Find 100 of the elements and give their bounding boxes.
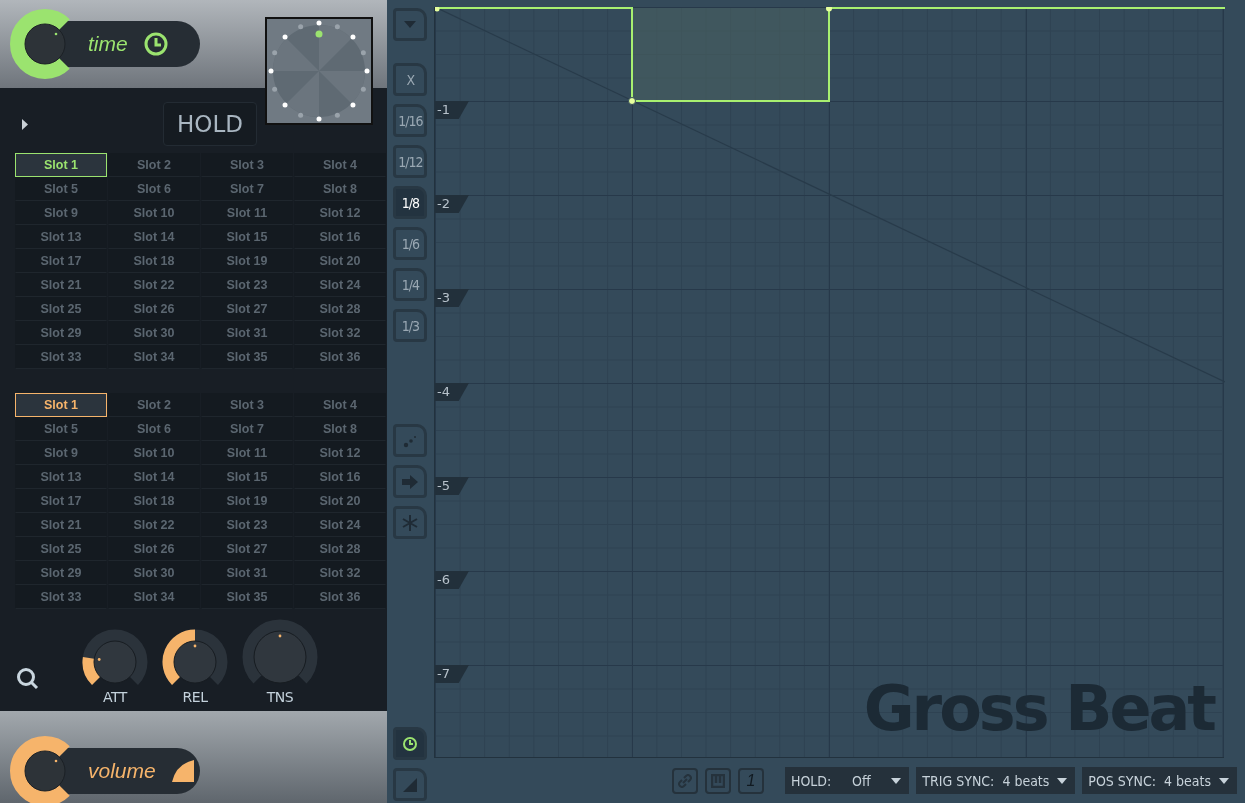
slot-button[interactable]: Slot 29: [15, 561, 107, 585]
knob-icon[interactable]: [10, 8, 80, 80]
slot-button[interactable]: Slot 36: [294, 585, 386, 609]
tool-button[interactable]: [393, 727, 428, 760]
slot-button[interactable]: Slot 18: [108, 249, 200, 273]
slot-button[interactable]: Slot 22: [108, 513, 200, 537]
slot-button[interactable]: Slot 30: [108, 321, 200, 345]
slot-button[interactable]: Slot 2: [108, 153, 200, 177]
zoom-icon[interactable]: [16, 667, 40, 691]
link-toggle[interactable]: [671, 767, 698, 794]
slot-button[interactable]: Slot 36: [294, 345, 386, 369]
slot-button[interactable]: Slot 29: [15, 321, 107, 345]
slot-button[interactable]: Slot 21: [15, 513, 107, 537]
slot-button[interactable]: Slot 30: [108, 561, 200, 585]
slot-button[interactable]: Slot 24: [294, 513, 386, 537]
knob-cap[interactable]: [93, 640, 137, 684]
slot-button[interactable]: Slot 9: [15, 201, 107, 225]
slot-button[interactable]: Slot 17: [15, 489, 107, 513]
slot-button[interactable]: Slot 23: [201, 513, 293, 537]
knob-track[interactable]: [242, 619, 318, 684]
slot-button[interactable]: Slot 8: [294, 417, 386, 441]
hold-button[interactable]: HOLD: [163, 102, 257, 146]
sync-dropdown[interactable]: HOLD: Off: [784, 767, 910, 794]
slot-button[interactable]: Slot 14: [108, 465, 200, 489]
slot-button[interactable]: Slot 11: [201, 441, 293, 465]
slot-button[interactable]: Slot 7: [201, 177, 293, 201]
slot-button[interactable]: Slot 20: [294, 489, 386, 513]
slot-button[interactable]: Slot 15: [201, 465, 293, 489]
knob-cap[interactable]: [173, 640, 217, 684]
keyboard-toggle[interactable]: [704, 767, 731, 794]
slot-button[interactable]: Slot 31: [201, 321, 293, 345]
slot-button[interactable]: Slot 19: [201, 489, 293, 513]
slot-button[interactable]: Slot 28: [294, 297, 386, 321]
snap-button[interactable]: 1/16: [393, 104, 428, 137]
slot-button[interactable]: Slot 27: [201, 537, 293, 561]
slot-button[interactable]: Slot 35: [201, 585, 293, 609]
slot-button[interactable]: Slot 22: [108, 273, 200, 297]
slot-button[interactable]: Slot 4: [294, 153, 386, 177]
snap-button[interactable]: 1/3: [393, 309, 428, 342]
slot-button[interactable]: Slot 6: [108, 417, 200, 441]
slot-button[interactable]: Slot 14: [108, 225, 200, 249]
snap-button[interactable]: 1/6: [393, 227, 428, 260]
slot-button[interactable]: Slot 13: [15, 465, 107, 489]
slot-button[interactable]: Slot 4: [294, 393, 386, 417]
slot-button[interactable]: Slot 31: [201, 561, 293, 585]
slot-button[interactable]: Slot 25: [15, 537, 107, 561]
slot-button[interactable]: Slot 12: [294, 441, 386, 465]
curve-shape-icon: [171, 760, 194, 782]
snap-button[interactable]: 1/12: [393, 145, 428, 178]
knob-icon[interactable]: [10, 735, 80, 803]
slot-button[interactable]: Slot 13: [15, 225, 107, 249]
slot-button[interactable]: Slot 21: [15, 273, 107, 297]
slot-button[interactable]: Slot 16: [294, 465, 386, 489]
slot-button[interactable]: Slot 1: [15, 393, 107, 417]
slot-button[interactable]: Slot 10: [108, 441, 200, 465]
slot-button[interactable]: Slot 10: [108, 201, 200, 225]
sync-dropdown[interactable]: POS SYNC: 4 beats: [1082, 767, 1237, 794]
slot-button[interactable]: Slot 27: [201, 297, 293, 321]
slot-button[interactable]: Slot 35: [201, 345, 293, 369]
snap-button[interactable]: 1/4: [393, 268, 428, 301]
slot-button[interactable]: Slot 6: [108, 177, 200, 201]
slot-button[interactable]: Slot 3: [201, 393, 293, 417]
slot-button[interactable]: Slot 18: [108, 489, 200, 513]
caret-icon: [1057, 777, 1068, 784]
slot-button[interactable]: Slot 19: [201, 249, 293, 273]
slot-button[interactable]: Slot 24: [294, 273, 386, 297]
slot-button[interactable]: Slot 1: [15, 153, 107, 177]
slot-button[interactable]: Slot 33: [15, 345, 107, 369]
slot-button[interactable]: Slot 26: [108, 537, 200, 561]
slot-button[interactable]: Slot 7: [201, 417, 293, 441]
snap-button[interactable]: 1/8: [393, 186, 428, 219]
slot-button[interactable]: Slot 25: [15, 297, 107, 321]
slot-button[interactable]: Slot 12: [294, 201, 386, 225]
slot-button[interactable]: Slot 5: [15, 417, 107, 441]
slot-button[interactable]: Slot 20: [294, 249, 386, 273]
slot-button[interactable]: Slot 34: [108, 345, 200, 369]
slot-button[interactable]: Slot 2: [108, 393, 200, 417]
slot-button[interactable]: Slot 26: [108, 297, 200, 321]
level-label: -1: [434, 101, 469, 119]
slot-button[interactable]: Slot 17: [15, 249, 107, 273]
number-toggle[interactable]: 1: [737, 767, 764, 794]
time-control[interactable]: time: [80, 21, 200, 67]
slot-button[interactable]: Slot 32: [294, 321, 386, 345]
slot-button[interactable]: Slot 11: [201, 201, 293, 225]
slot-button[interactable]: Slot 8: [294, 177, 386, 201]
slot-button[interactable]: Slot 15: [201, 225, 293, 249]
clock-dial-drawing[interactable]: [264, 17, 373, 125]
sync-dropdown[interactable]: TRIG SYNC: 4 beats: [916, 767, 1076, 794]
slot-button[interactable]: Slot 5: [15, 177, 107, 201]
slot-button[interactable]: Slot 28: [294, 537, 386, 561]
slot-button[interactable]: Slot 9: [15, 441, 107, 465]
expand-arrow-icon[interactable]: [22, 118, 28, 130]
volume-control[interactable]: volume: [80, 748, 200, 794]
slot-button[interactable]: Slot 32: [294, 561, 386, 585]
slot-button[interactable]: Slot 16: [294, 225, 386, 249]
snap-button[interactable]: X: [393, 63, 428, 96]
slot-button[interactable]: Slot 23: [201, 273, 293, 297]
slot-button[interactable]: Slot 33: [15, 585, 107, 609]
slot-button[interactable]: Slot 3: [201, 153, 293, 177]
slot-button[interactable]: Slot 34: [108, 585, 200, 609]
